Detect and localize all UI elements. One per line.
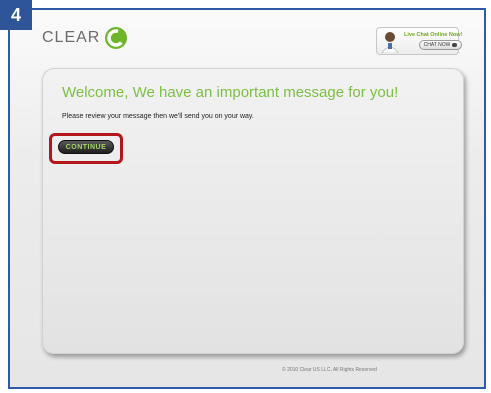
message-panel — [42, 68, 464, 354]
chat-now-button[interactable]: CHAT NOW — [418, 40, 463, 50]
logo-text: CLEAR — [42, 29, 101, 46]
page-title: Welcome, We have an important message fo… — [62, 84, 399, 101]
clear-logo-icon — [104, 26, 128, 50]
step-badge: 4 — [0, 0, 32, 30]
agent-avatar-icon — [380, 29, 400, 54]
message-text: Please review your message then we'll se… — [62, 113, 254, 120]
copyright-footer: © 2010 Clear US LLC, All Rights Reserved — [282, 367, 377, 373]
live-chat-widget[interactable]: Live Chat Online Now! CHAT NOW — [376, 27, 463, 55]
continue-button[interactable]: CONTINUE — [58, 140, 114, 154]
clear-logo[interactable]: CLEAR — [42, 26, 128, 50]
chat-now-label: CHAT NOW — [423, 42, 451, 48]
speech-bubble-icon — [452, 43, 458, 47]
chat-title: Live Chat Online Now! — [404, 32, 463, 38]
